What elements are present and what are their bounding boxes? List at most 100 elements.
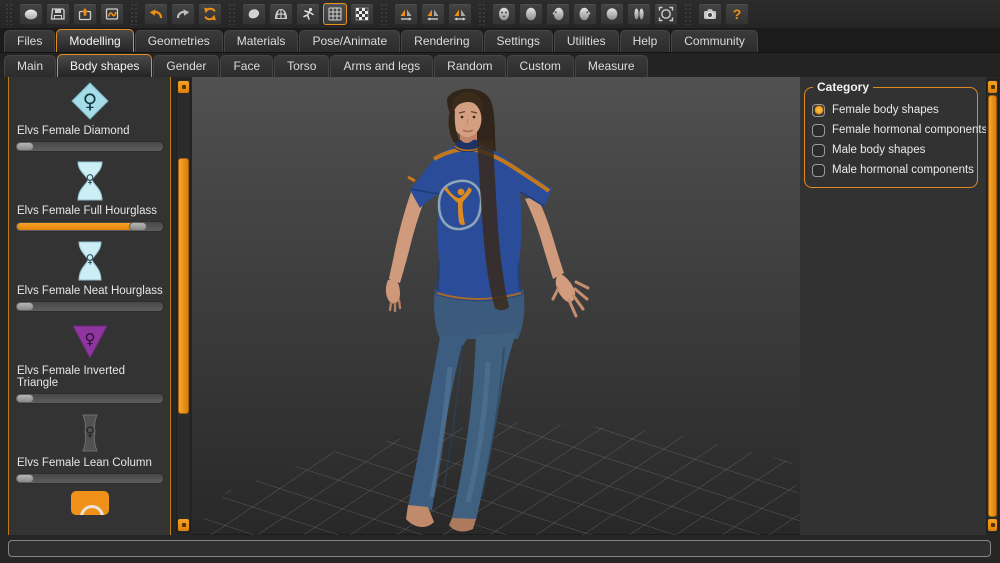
save-button[interactable] <box>46 3 70 25</box>
camera-icon <box>702 6 718 22</box>
scroll-up-button[interactable] <box>988 81 997 93</box>
radio-indicator[interactable] <box>812 104 825 117</box>
female-diamond-icon: ♀ <box>14 79 165 123</box>
slider-handle[interactable] <box>16 302 34 311</box>
tab-rendering[interactable]: Rendering <box>401 30 482 52</box>
reload-button[interactable] <box>198 3 222 25</box>
slider-handle[interactable] <box>16 142 34 151</box>
tab-main[interactable]: Main <box>4 55 56 77</box>
tab-measure[interactable]: Measure <box>575 55 648 77</box>
slider-handle[interactable] <box>129 222 147 231</box>
radio-label: Female body shapes <box>832 104 939 116</box>
tab-settings[interactable]: Settings <box>484 30 553 52</box>
slider-handle[interactable] <box>16 394 34 403</box>
toolbar-separator <box>478 3 486 25</box>
tab-community[interactable]: Community <box>671 30 758 52</box>
scroll-up-button[interactable] <box>178 81 189 93</box>
radio-indicator[interactable] <box>812 144 825 157</box>
body-parts-icon <box>631 6 647 22</box>
smooth-shading-button[interactable] <box>242 3 266 25</box>
svg-text:♀: ♀ <box>84 330 95 348</box>
modifier-slider-diamond[interactable] <box>15 141 164 152</box>
tab-body-shapes[interactable]: Body shapes <box>57 54 152 77</box>
undo-button[interactable] <box>144 3 168 25</box>
view-top-button[interactable] <box>600 3 624 25</box>
modifier-label: Elvs Female Neat Hourglass <box>17 285 165 297</box>
modifier-slider-inverted-triangle[interactable] <box>15 393 164 404</box>
symmetry-both-button[interactable] <box>448 3 472 25</box>
tab-files[interactable]: Files <box>4 30 55 52</box>
main-area: ♀ Elvs Female Diamond ♀ Elvs Female Full… <box>0 77 1000 535</box>
background-toggle-button[interactable] <box>350 3 374 25</box>
scrollbar-thumb[interactable] <box>988 95 997 517</box>
view-front-button[interactable] <box>492 3 516 25</box>
slider-fill <box>17 223 139 230</box>
svg-text:♀: ♀ <box>85 172 94 186</box>
radio-label: Female hormonal components <box>832 124 987 136</box>
tab-custom[interactable]: Custom <box>507 55 574 77</box>
radio-male-body-shapes[interactable]: Male body shapes <box>812 140 971 160</box>
toolbar-separator <box>130 3 138 25</box>
tab-arms-and-legs[interactable]: Arms and legs <box>330 55 433 77</box>
radio-indicator[interactable] <box>812 164 825 177</box>
pose-mode-button[interactable] <box>296 3 320 25</box>
tab-gender[interactable]: Gender <box>153 55 219 77</box>
symmetry-left-icon <box>425 6 441 22</box>
help-button[interactable]: ? <box>725 3 749 25</box>
tab-utilities[interactable]: Utilities <box>554 30 619 52</box>
settings-panel: Category Female body shapes Female hormo… <box>800 77 986 535</box>
radio-indicator[interactable] <box>812 124 825 137</box>
modifier-item-lean-column: ♀ Elvs Female Lean Column <box>14 411 165 484</box>
radio-female-hormonal-components[interactable]: Female hormonal components <box>812 120 971 140</box>
left-scrollbar[interactable] <box>176 79 191 533</box>
tab-face[interactable]: Face <box>220 55 273 77</box>
tab-materials[interactable]: Materials <box>224 30 299 52</box>
3d-viewport[interactable] <box>192 77 800 535</box>
load-button[interactable] <box>73 3 97 25</box>
wireframe-button[interactable] <box>269 3 293 25</box>
scroll-down-button[interactable] <box>988 519 997 531</box>
symmetry-right-icon <box>398 6 414 22</box>
modifier-label: Elvs Female Full Hourglass <box>17 205 165 217</box>
category-title: Category <box>813 80 873 94</box>
radio-female-body-shapes[interactable]: Female body shapes <box>812 100 971 120</box>
grid-toggle-button[interactable] <box>323 3 347 25</box>
smooth-shading-icon <box>246 6 262 22</box>
status-area <box>0 535 1000 563</box>
export-icon <box>104 6 120 22</box>
modifier-slider-lean-column[interactable] <box>15 473 164 484</box>
symmetry-both-icon <box>452 6 468 22</box>
tab-geometries[interactable]: Geometries <box>135 30 223 52</box>
tab-random[interactable]: Random <box>434 55 505 77</box>
view-back-button[interactable] <box>519 3 543 25</box>
screenshot-button[interactable] <box>698 3 722 25</box>
modifier-slider-neat-hourglass[interactable] <box>15 301 164 312</box>
right-scrollbar[interactable] <box>986 79 999 533</box>
symmetry-right-button[interactable] <box>394 3 418 25</box>
sub-tab-bar: Main Body shapes Gender Face Torso Arms … <box>0 52 1000 77</box>
redo-button[interactable] <box>171 3 195 25</box>
tab-help[interactable]: Help <box>620 30 671 52</box>
pose-mode-icon <box>300 6 316 22</box>
frame-view-button[interactable] <box>654 3 678 25</box>
export-button[interactable] <box>100 3 124 25</box>
radio-male-hormonal-components[interactable]: Male hormonal components <box>812 160 971 180</box>
view-right-side-button[interactable] <box>573 3 597 25</box>
female-inverted-triangle-icon: ♀ <box>14 319 165 363</box>
checkerboard-icon <box>354 6 370 22</box>
radio-selected-dot <box>815 106 823 114</box>
new-mesh-button[interactable] <box>19 3 43 25</box>
slider-handle[interactable] <box>16 474 34 483</box>
new-mesh-icon <box>23 6 39 22</box>
view-body-parts-button[interactable] <box>627 3 651 25</box>
scroll-down-button[interactable] <box>178 519 189 531</box>
modifier-item-inverted-triangle: ♀ Elvs Female Inverted Triangle <box>14 319 165 404</box>
scrollbar-thumb[interactable] <box>178 158 189 414</box>
view-left-side-button[interactable] <box>546 3 570 25</box>
tab-modelling[interactable]: Modelling <box>56 29 133 52</box>
symmetry-left-button[interactable] <box>421 3 445 25</box>
modifier-slider-full-hourglass[interactable] <box>15 221 164 232</box>
tab-torso[interactable]: Torso <box>274 55 329 77</box>
tab-pose-animate[interactable]: Pose/Animate <box>299 30 400 52</box>
modifier-label: Elvs Female Lean Column <box>17 457 165 469</box>
